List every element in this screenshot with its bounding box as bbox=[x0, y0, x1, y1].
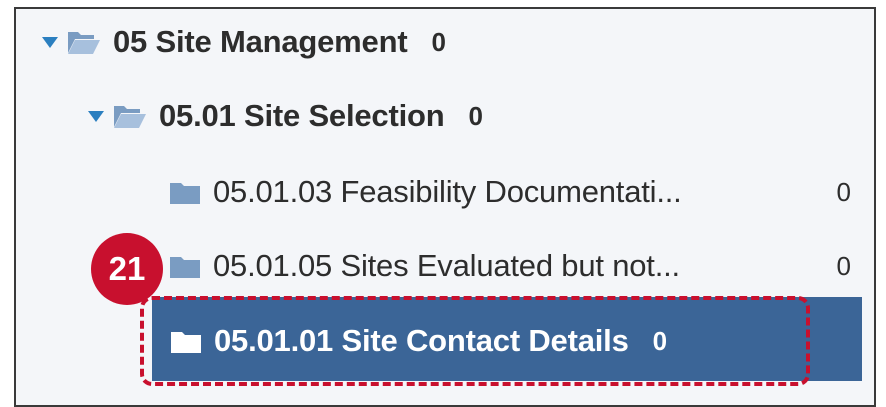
item-count: 0 bbox=[468, 100, 483, 131]
tree-item-label: 05 Site Management bbox=[113, 24, 408, 59]
tree-item-sites-evaluated[interactable]: 05.01.05 Sites Evaluated but not... 0 bbox=[169, 236, 851, 296]
folder-open-icon bbox=[68, 32, 100, 54]
folder-open-icon bbox=[114, 106, 146, 128]
item-count: 0 bbox=[431, 26, 446, 57]
tree-item-label: 05.01.03 Feasibility Documentati... bbox=[213, 174, 682, 209]
caret-down-icon[interactable] bbox=[88, 110, 104, 122]
tree-item-label: 05.01.05 Sites Evaluated but not... bbox=[213, 248, 680, 283]
item-count: 0 bbox=[836, 250, 851, 281]
folder-icon bbox=[170, 256, 200, 278]
callout-dashed-outline bbox=[140, 296, 810, 386]
item-count: 0 bbox=[836, 176, 851, 207]
folder-icon bbox=[170, 182, 200, 204]
tree-item-site-selection[interactable]: 05.01 Site Selection 0 bbox=[88, 86, 483, 146]
tree-item-feasibility-documentation[interactable]: 05.01.03 Feasibility Documentati... 0 bbox=[169, 162, 851, 222]
tree-item-label: 05.01 Site Selection bbox=[159, 98, 445, 133]
callout-number-badge: 21 bbox=[91, 233, 163, 305]
caret-down-icon[interactable] bbox=[42, 36, 58, 48]
tree-item-site-management[interactable]: 05 Site Management 0 bbox=[42, 12, 446, 72]
